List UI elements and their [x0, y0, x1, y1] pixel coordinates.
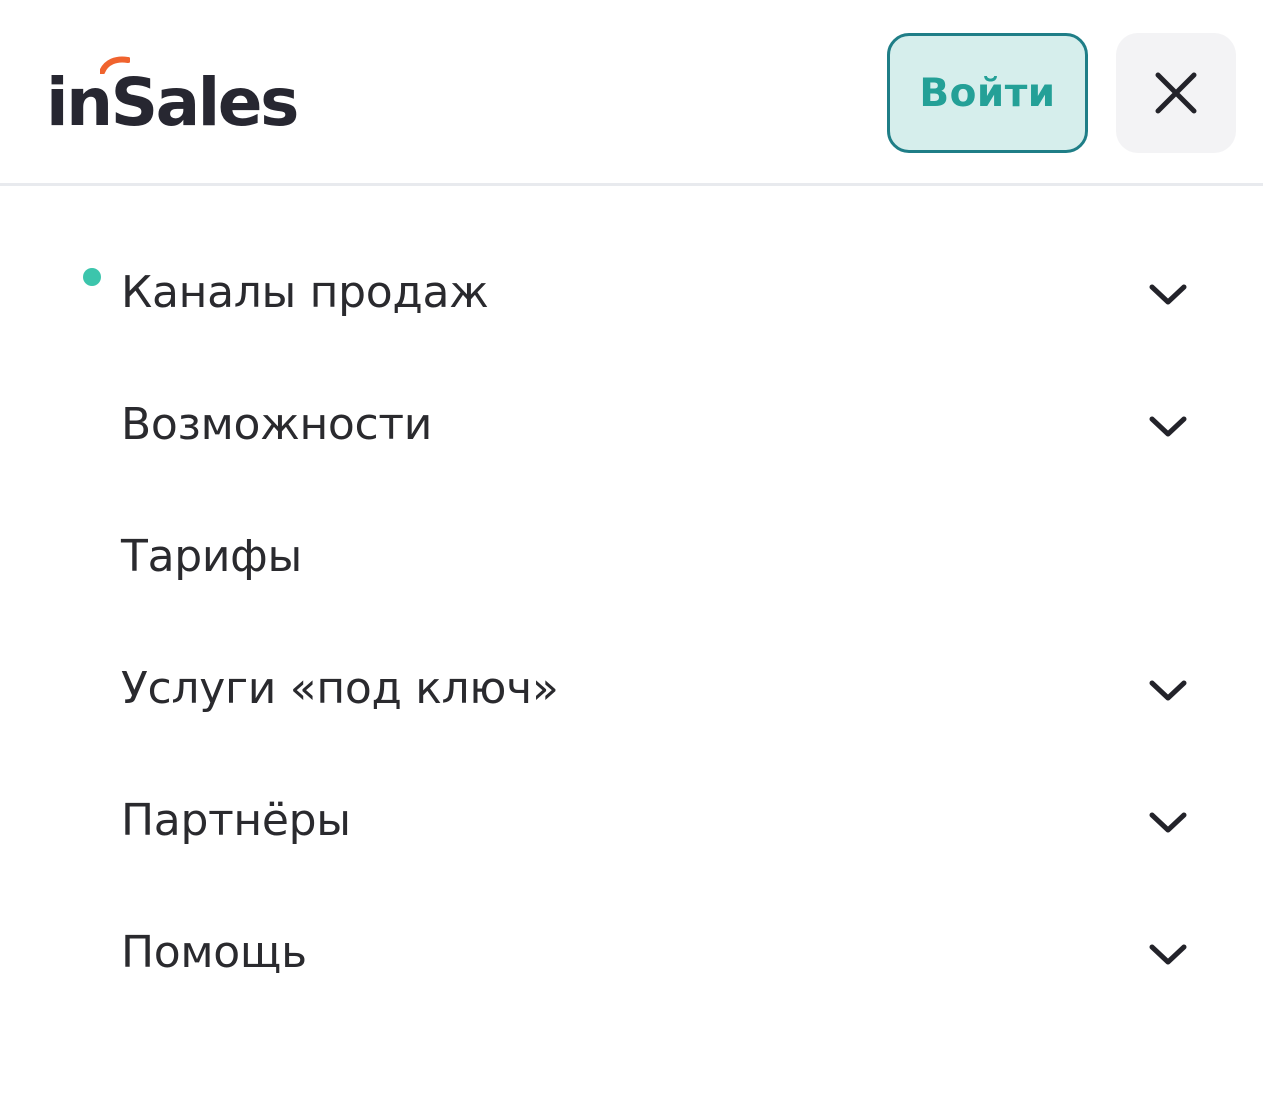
chevron-down-icon[interactable]: [1146, 809, 1190, 837]
chevron-down-icon[interactable]: [1146, 677, 1190, 705]
chevron-down-icon[interactable]: [1146, 941, 1190, 969]
menu-item-pricing[interactable]: Тарифы: [0, 492, 1263, 624]
login-button[interactable]: Войти: [887, 33, 1088, 153]
menu-item-label: Каналы продаж: [121, 267, 489, 318]
menu-item-turnkey-services[interactable]: Услуги «под ключ»: [0, 624, 1263, 756]
menu-item-sales-channels[interactable]: Каналы продаж: [0, 228, 1263, 360]
active-indicator-dot: [83, 268, 101, 286]
logo-wordmark: inSales: [46, 64, 299, 141]
main-nav-menu: Каналы продаж Возможности Тарифы Услуги …: [0, 228, 1263, 1020]
header-bar: inSales Войти: [0, 0, 1263, 186]
menu-item-help[interactable]: Помощь: [0, 888, 1263, 1020]
menu-item-label: Услуги «под ключ»: [121, 663, 559, 714]
close-menu-button[interactable]: [1116, 33, 1236, 153]
menu-item-label: Возможности: [121, 399, 433, 450]
login-button-label: Войти: [919, 70, 1056, 116]
menu-item-label: Партнёры: [121, 795, 351, 846]
chevron-down-icon[interactable]: [1146, 413, 1190, 441]
mobile-menu-page: inSales Войти Каналы продаж Возможности: [0, 0, 1263, 1113]
menu-item-label: Тарифы: [121, 531, 302, 582]
close-icon: [1155, 72, 1197, 114]
insales-logo[interactable]: inSales: [46, 56, 299, 141]
menu-item-features[interactable]: Возможности: [0, 360, 1263, 492]
logo-swoosh-icon: [100, 56, 130, 74]
chevron-down-icon[interactable]: [1146, 281, 1190, 309]
menu-item-partners[interactable]: Партнёры: [0, 756, 1263, 888]
menu-item-label: Помощь: [121, 927, 307, 978]
